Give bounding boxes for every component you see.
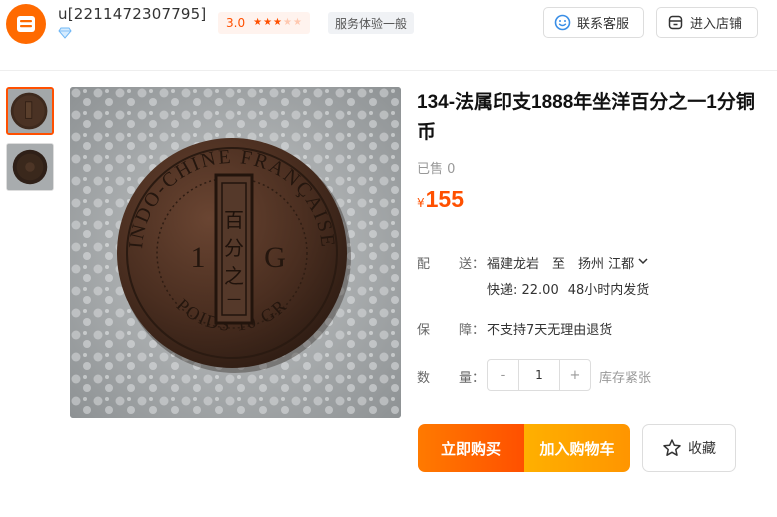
contact-service-button[interactable]: 联系客服 — [543, 7, 644, 38]
quantity-stepper: - 1 + — [487, 359, 591, 391]
header-divider — [0, 70, 777, 71]
enter-store-label: 进入店铺 — [690, 17, 743, 32]
dispatch-time: 48小时内发货 — [567, 283, 650, 298]
diamond-icon — [58, 27, 72, 39]
svg-text:之: 之 — [224, 264, 244, 288]
service-tag: 服务体验一般 — [328, 12, 415, 34]
shipping-fee: 快递: 22.00 48小时内发货 — [487, 279, 649, 298]
coin-left-mark: 1 — [191, 241, 206, 274]
guarantee-text: 不支持7天无理由退货 — [487, 323, 613, 338]
coin-thumbnail-reverse — [7, 144, 53, 190]
chevron-down-icon[interactable] — [637, 255, 649, 270]
rating-stars: ★ ★ ★ ★ ★ — [253, 18, 302, 28]
coin-photo: INDO-CHINE FRANÇAISE POIDS 10 GR 百 分 之 一… — [70, 87, 401, 418]
currency-symbol: ¥ — [417, 196, 425, 210]
product-main-image[interactable]: INDO-CHINE FRANÇAISE POIDS 10 GR 百 分 之 一… — [70, 87, 401, 418]
star-empty-icon: ★ — [283, 17, 292, 28]
enter-store-button[interactable]: 进入店铺 — [656, 7, 758, 38]
contact-service-label: 联系客服 — [577, 17, 630, 32]
store-outline-icon — [668, 15, 683, 30]
shop-name[interactable]: u[2211472307795] — [58, 5, 206, 23]
star-outline-icon — [663, 439, 681, 456]
svg-text:一: 一 — [227, 293, 241, 309]
thumbnail-1[interactable] — [6, 87, 54, 135]
thumbnail-2[interactable] — [6, 143, 54, 191]
quantity-plus-button[interactable]: + — [560, 368, 590, 383]
ship-destination[interactable]: 扬州 江都 — [578, 253, 634, 272]
quantity-label: 数量： — [417, 371, 486, 386]
shop-logo[interactable] — [6, 4, 46, 44]
shop-header: u[2211472307795] 3.0 ★ ★ ★ ★ ★ 服务体验一般 联系… — [0, 0, 777, 48]
rating-score: 3.0 — [226, 16, 246, 30]
star-icon: ★ — [273, 17, 282, 28]
star-empty-icon: ★ — [292, 17, 302, 28]
star-icon: ★ — [263, 17, 273, 28]
shipping-route: 福建龙岩 至 扬州 江都 — [487, 253, 649, 272]
star-icon: ★ — [253, 17, 263, 28]
store-icon — [17, 16, 35, 32]
favorite-button[interactable]: 收藏 — [642, 424, 736, 472]
buy-now-button[interactable]: 立即购买 — [418, 424, 524, 472]
sold-count: 已售 0 — [417, 162, 456, 177]
purchase-buttons: 立即购买 加入购物车 — [418, 424, 630, 472]
coin-right-mark: G — [264, 241, 286, 274]
quantity-input[interactable]: 1 — [518, 360, 560, 390]
smiley-icon — [554, 14, 571, 31]
product-title: 134-法属印支1888年坐洋百分之一1分铜币 — [417, 92, 755, 143]
stock-status: 库存紧张 — [599, 371, 652, 386]
add-to-cart-button[interactable]: 加入购物车 — [524, 424, 630, 472]
shipping-label: 配送： — [417, 257, 486, 272]
svg-text:分: 分 — [224, 236, 244, 260]
ship-to-word: 至 — [552, 257, 566, 272]
favorite-label: 收藏 — [688, 441, 716, 457]
ship-from: 福建龙岩 — [487, 257, 540, 272]
shop-rating: 3.0 ★ ★ ★ ★ ★ — [218, 12, 310, 34]
price-value: 155 — [425, 186, 465, 212]
product-price: ¥ 155 — [417, 186, 464, 213]
quantity-minus-button[interactable]: - — [488, 368, 518, 383]
coin-thumbnail-obverse — [8, 89, 52, 133]
shipping-fee-value: 快递: 22.00 — [487, 283, 559, 298]
guarantee-label: 保障： — [417, 323, 486, 338]
coin-center-chars: 百 — [224, 208, 244, 232]
